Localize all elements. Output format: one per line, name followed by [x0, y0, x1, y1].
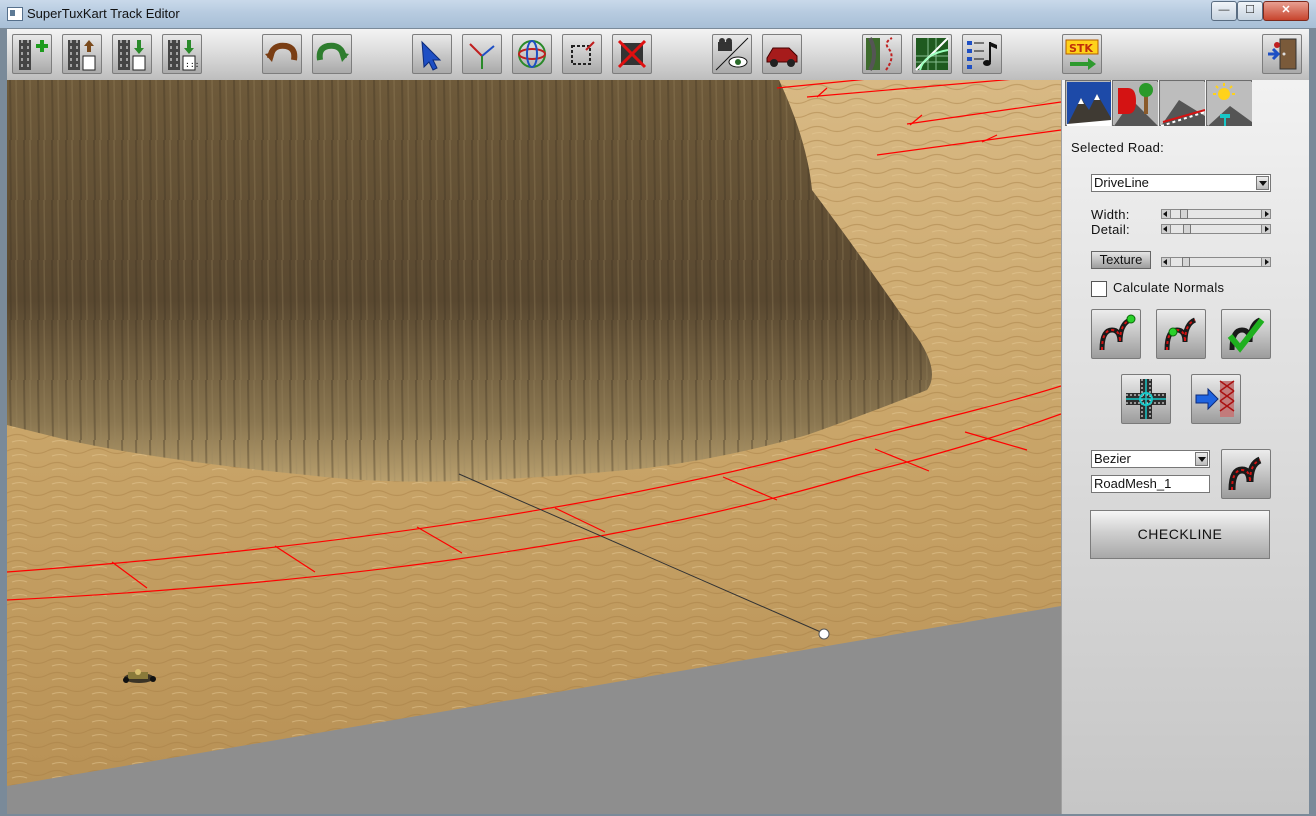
checkmark-curve-icon — [1227, 317, 1265, 353]
window-title-bar: SuperTuxKart Track Editor — ☐ ✕ — [0, 0, 1316, 28]
insert-point-curve-icon — [1164, 317, 1197, 351]
spline-type-select[interactable]: Bezier — [1091, 450, 1210, 468]
finalize-road-button[interactable] — [1221, 309, 1271, 359]
detail-label: Detail: — [1091, 222, 1130, 237]
texture-slider[interactable] — [1161, 257, 1271, 267]
sun-environment-icon — [1208, 82, 1252, 126]
stk-export-button[interactable]: STK — [1062, 34, 1102, 74]
crossroad-button[interactable] — [1121, 374, 1171, 424]
texture-button[interactable]: Texture — [1091, 251, 1151, 269]
slider-left-arrow-icon[interactable] — [1162, 225, 1171, 233]
slider-right-arrow-icon[interactable] — [1261, 258, 1270, 266]
slider-right-arrow-icon[interactable] — [1261, 225, 1270, 233]
add-point-curve-icon — [1099, 314, 1136, 351]
tab-terrain[interactable] — [1065, 80, 1111, 126]
save-track-icon — [118, 40, 146, 71]
select-tool-button[interactable] — [412, 34, 452, 74]
redo-button[interactable] — [312, 34, 352, 74]
selected-road-label: Selected Road: — [1071, 140, 1165, 155]
road-mesh-name-input[interactable]: RoadMesh_1 — [1091, 475, 1210, 493]
main-toolbar: ::: STK — [7, 29, 1309, 81]
3d-viewport[interactable] — [7, 80, 1061, 814]
close-button[interactable]: ✕ — [1263, 1, 1309, 21]
redo-icon — [316, 42, 349, 62]
insert-road-point-button[interactable] — [1156, 309, 1206, 359]
attach-arrow-icon — [1195, 380, 1235, 417]
chevron-down-icon — [1256, 176, 1269, 190]
tab-environment[interactable] — [1206, 80, 1252, 126]
tab-scenery[interactable] — [1112, 80, 1158, 126]
window-title: SuperTuxKart Track Editor — [27, 6, 180, 21]
create-road-button[interactable] — [1221, 449, 1271, 499]
crossroad-icon — [1126, 379, 1166, 419]
save-track-button[interactable] — [112, 34, 152, 74]
scale-tool-button[interactable] — [562, 34, 602, 74]
terrain-editor-button[interactable] — [912, 34, 952, 74]
scene-render — [7, 80, 1061, 814]
svg-text::::: ::: — [185, 60, 199, 69]
calculate-normals-checkbox[interactable] — [1091, 281, 1107, 297]
checkline-button[interactable]: CHECKLINE — [1090, 510, 1270, 559]
scenery-objects-icon — [1114, 82, 1158, 126]
mountains-icon — [1067, 82, 1111, 126]
road-select-value: DriveLine — [1094, 175, 1149, 190]
detail-slider-thumb[interactable] — [1183, 224, 1191, 234]
width-label: Width: — [1091, 207, 1130, 222]
width-slider[interactable] — [1161, 209, 1271, 219]
open-track-button[interactable] — [62, 34, 102, 74]
exit-button[interactable] — [1262, 34, 1302, 74]
move-tool-button[interactable] — [462, 34, 502, 74]
minimize-button[interactable]: — — [1211, 1, 1237, 21]
add-road-point-button[interactable] — [1091, 309, 1141, 359]
stk-logo-icon: STK — [1065, 39, 1099, 70]
detail-slider[interactable] — [1161, 224, 1271, 234]
spline-type-value: Bezier — [1094, 451, 1131, 466]
open-track-icon — [68, 40, 96, 71]
new-track-button[interactable] — [12, 34, 52, 74]
road-curve-icon — [866, 37, 893, 71]
undo-button[interactable] — [262, 34, 302, 74]
terrain-grid-icon — [915, 37, 949, 71]
slider-left-arrow-icon[interactable] — [1162, 210, 1171, 218]
exit-door-icon — [1268, 38, 1297, 70]
new-track-icon — [19, 40, 48, 70]
slider-right-arrow-icon[interactable] — [1261, 210, 1270, 218]
width-slider-thumb[interactable] — [1180, 209, 1188, 219]
music-list-icon — [967, 41, 997, 69]
texture-slider-thumb[interactable] — [1182, 257, 1190, 267]
rotate-tool-button[interactable] — [512, 34, 552, 74]
music-button[interactable] — [962, 34, 1002, 74]
attach-road-button[interactable] — [1191, 374, 1241, 424]
delete-tool-button[interactable] — [612, 34, 652, 74]
maximize-button[interactable]: ☐ — [1237, 1, 1263, 21]
chevron-down-icon — [1195, 452, 1208, 466]
rotate-gizmo-icon — [518, 40, 546, 68]
spline-control-point[interactable] — [818, 628, 830, 640]
road-select[interactable]: DriveLine — [1091, 174, 1271, 192]
undo-icon — [265, 42, 298, 62]
axis-move-icon — [469, 43, 495, 69]
tab-road[interactable] — [1159, 80, 1205, 126]
arrow-pointer-icon — [421, 40, 442, 71]
save-as-icon: ::: — [168, 40, 199, 71]
kart-icon — [766, 47, 798, 67]
test-drive-button[interactable] — [762, 34, 802, 74]
road-curve-icon — [1228, 456, 1262, 491]
app-icon — [7, 7, 23, 21]
svg-text:STK: STK — [1069, 42, 1093, 55]
editor-client-area: ::: STK Selected Road: DriveLine Width: … — [7, 29, 1309, 814]
delete-cross-icon — [617, 39, 647, 69]
road-properties-panel: Selected Road: DriveLine Width: Detail: … — [1061, 80, 1309, 814]
save-track-as-button[interactable]: ::: — [162, 34, 202, 74]
camera-view-button[interactable] — [712, 34, 752, 74]
road-icon — [1161, 82, 1205, 126]
slider-left-arrow-icon[interactable] — [1162, 258, 1171, 266]
calculate-normals-label: Calculate Normals — [1113, 280, 1225, 295]
road-editor-button[interactable] — [862, 34, 902, 74]
scale-box-icon — [571, 41, 595, 65]
camera-eye-icon — [715, 37, 749, 71]
